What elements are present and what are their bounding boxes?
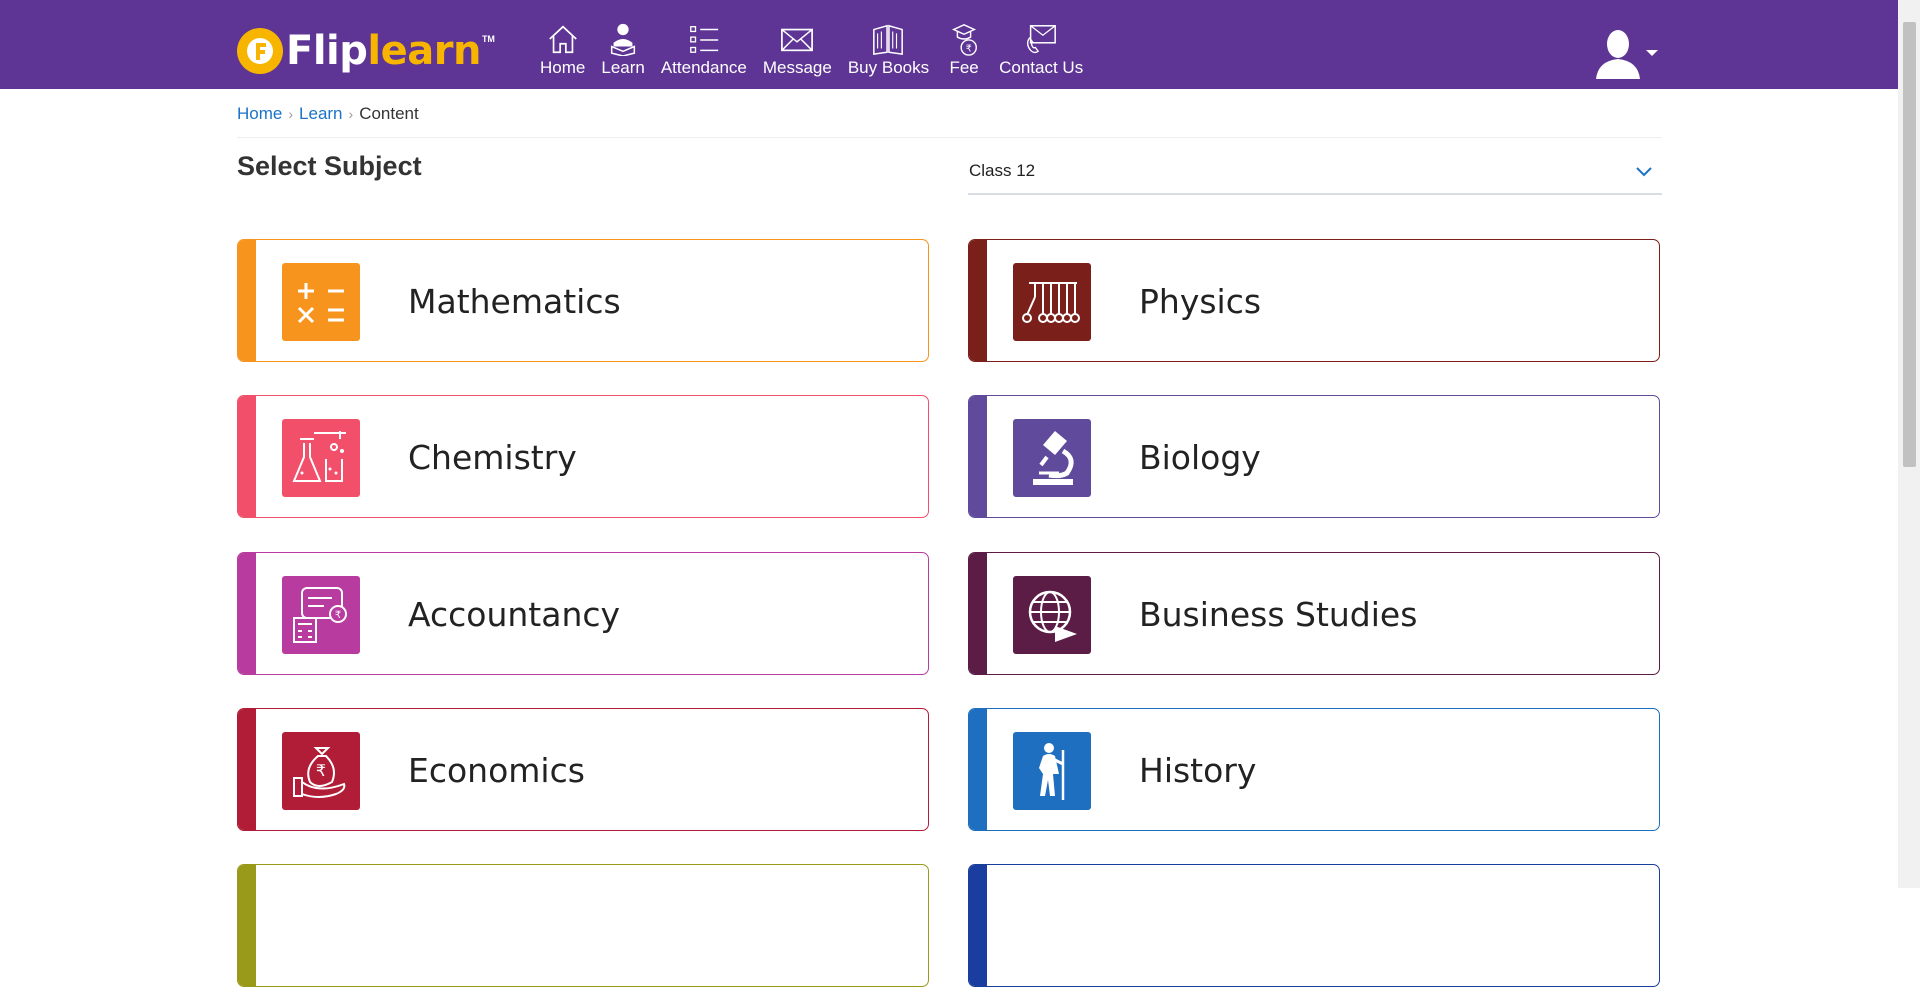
microscope-icon [1013, 419, 1091, 497]
nav-contact-us[interactable]: Contact Us [991, 22, 1091, 78]
subject-card-business-studies[interactable]: Business Studies [968, 552, 1660, 675]
money-bag-icon: ₹ [282, 732, 360, 810]
attendance-list-icon [689, 26, 719, 53]
chevron-down-icon [1646, 50, 1658, 56]
subject-name: Business Studies [1139, 595, 1418, 634]
scrollbar-thumb[interactable] [1903, 22, 1916, 467]
page-title: Select Subject [237, 151, 422, 181]
nav-message-label: Message [762, 58, 832, 77]
subject-card-mathematics[interactable]: Mathematics [237, 239, 929, 362]
subject-name: Accountancy [408, 595, 621, 634]
class-select-dropdown[interactable]: Class 12 [968, 161, 1662, 195]
nav-contact-us-label: Contact Us [999, 58, 1084, 77]
svg-text:₹: ₹ [335, 610, 341, 621]
card-accent-bar [969, 553, 987, 674]
walking-man-icon [1013, 732, 1091, 810]
logo-trademark: TM [481, 34, 495, 44]
learn-icon [611, 23, 636, 56]
card-accent-bar [238, 865, 256, 986]
nav-home-label: Home [540, 58, 586, 77]
subject-name: Chemistry [408, 438, 577, 477]
divider [237, 137, 1662, 138]
books-icon [873, 24, 904, 55]
nav-learn-label: Learn [601, 58, 645, 77]
subject-name: Economics [408, 751, 585, 790]
breadcrumb-home[interactable]: Home [237, 104, 282, 124]
card-accent-bar [969, 396, 987, 517]
subject-name: Mathematics [408, 282, 621, 321]
card-accent-bar [238, 709, 256, 830]
subject-name: History [1139, 751, 1257, 790]
subject-card-history[interactable]: History [968, 708, 1660, 831]
nav-learn[interactable]: Learn [593, 22, 652, 78]
home-icon [548, 25, 577, 54]
subject-card-accountancy[interactable]: ₹ Accountancy [237, 552, 929, 675]
user-avatar-icon [1596, 30, 1640, 79]
top-navbar: Fliplearn TM Home Learn Attendance Messa… [0, 0, 1898, 89]
newtons-cradle-icon [1013, 263, 1091, 341]
subject-card-physics[interactable]: Physics [968, 239, 1660, 362]
chevron-right-icon: › [348, 106, 354, 122]
card-accent-bar [969, 865, 987, 986]
chevron-down-icon [1636, 167, 1652, 177]
nav-buy-books[interactable]: Buy Books [840, 22, 937, 78]
globe-icon [1013, 576, 1091, 654]
math-operators-icon [282, 263, 360, 341]
subject-card-partial[interactable] [237, 864, 929, 987]
card-accent-bar [238, 396, 256, 517]
nav-fee[interactable]: ₹ Fee [937, 22, 991, 78]
logo-f-icon [237, 28, 283, 74]
fee-icon: ₹ [952, 24, 978, 56]
svg-text:₹: ₹ [316, 761, 326, 780]
nav-attendance-label: Attendance [660, 58, 747, 77]
nav-fee-label: Fee [949, 58, 979, 77]
user-menu[interactable] [1594, 27, 1658, 79]
main-nav: Home Learn Attendance Message Buy Books … [532, 22, 1091, 80]
flask-icon [282, 419, 360, 497]
nav-attendance[interactable]: Attendance [653, 22, 755, 78]
card-accent-bar [238, 553, 256, 674]
calculator-icon: ₹ [282, 576, 360, 654]
subject-card-economics[interactable]: ₹ Economics [237, 708, 929, 831]
card-accent-bar [969, 709, 987, 830]
breadcrumb: Home › Learn › Content [237, 104, 419, 124]
breadcrumb-learn[interactable]: Learn [299, 104, 342, 124]
fliplearn-logo[interactable]: Fliplearn TM [237, 27, 495, 75]
subject-name: Biology [1139, 438, 1261, 477]
subject-card-partial[interactable] [968, 864, 1660, 987]
nav-message[interactable]: Message [755, 22, 840, 78]
svg-text:₹: ₹ [966, 43, 972, 54]
subject-name: Physics [1139, 282, 1262, 321]
contact-icon [1027, 25, 1057, 54]
breadcrumb-current: Content [359, 104, 419, 123]
class-select-value: Class 12 [969, 161, 1036, 180]
chevron-right-icon: › [288, 106, 294, 122]
nav-home[interactable]: Home [532, 22, 593, 78]
card-accent-bar [969, 240, 987, 361]
envelope-icon [781, 28, 814, 52]
nav-buy-books-label: Buy Books [847, 58, 930, 77]
subject-card-biology[interactable]: Biology [968, 395, 1660, 518]
card-accent-bar [238, 240, 256, 361]
logo-text: Fliplearn [286, 28, 481, 74]
subject-card-chemistry[interactable]: Chemistry [237, 395, 929, 518]
